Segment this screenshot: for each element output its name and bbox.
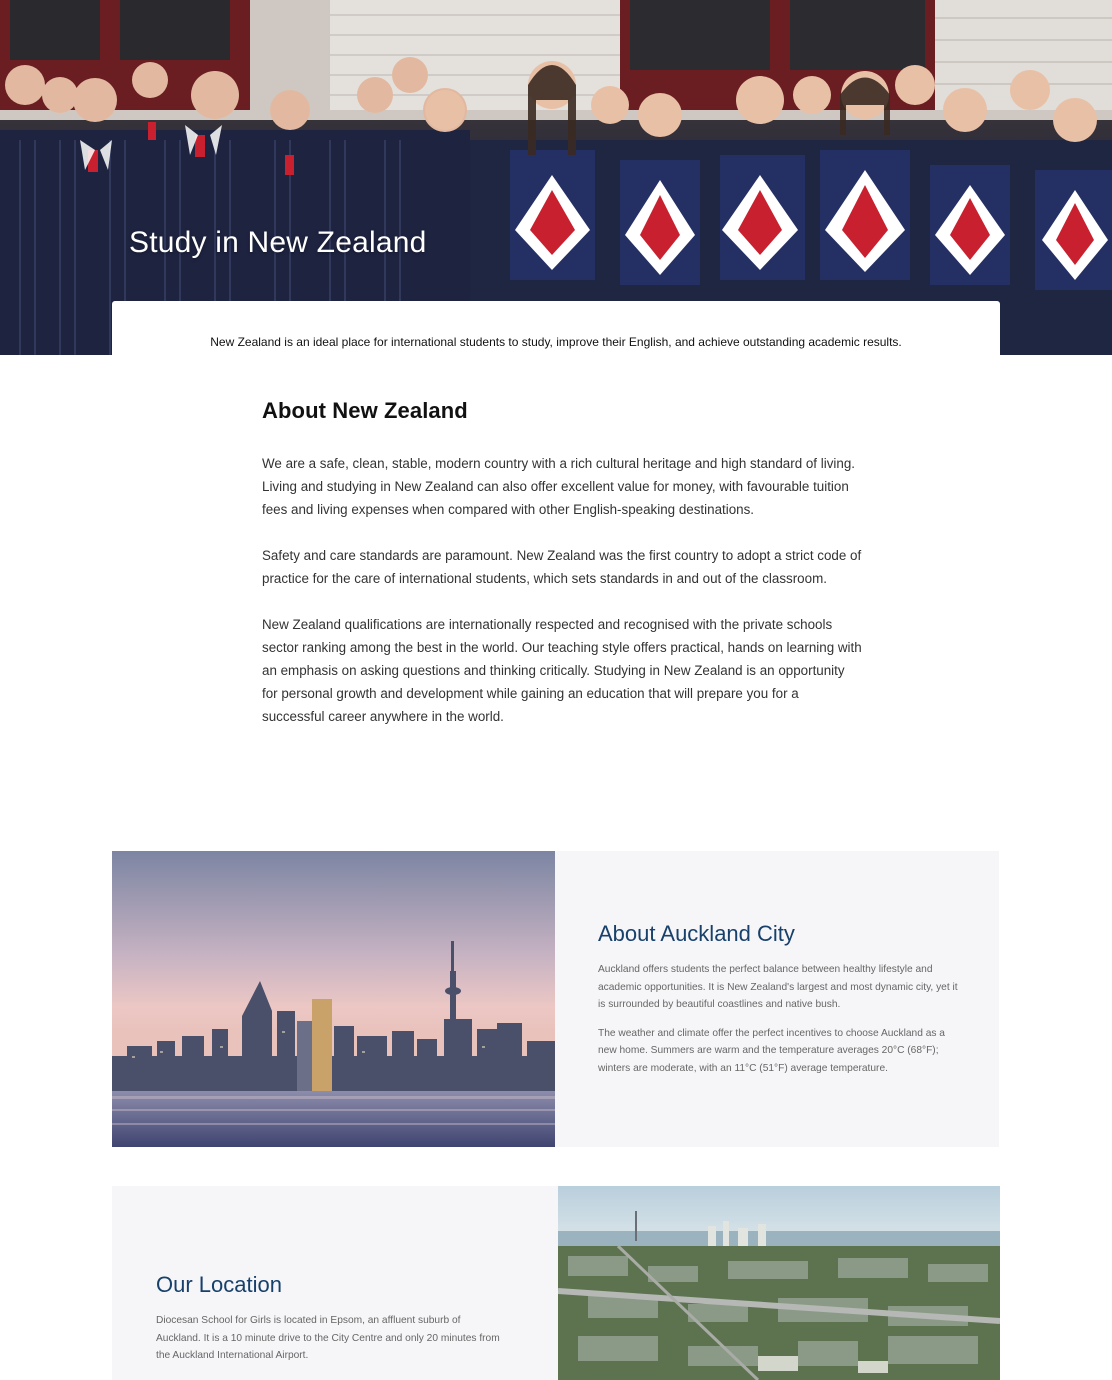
- intro-card: New Zealand is an ideal place for intern…: [112, 301, 1000, 355]
- auckland-heading: About Auckland City: [598, 921, 795, 946]
- epsom-aerial-photo: [558, 1186, 1000, 1380]
- auckland-city-panel: About Auckland City Auckland offers stud…: [555, 851, 999, 1147]
- about-nz-paragraph: We are a safe, clean, stable, modern cou…: [262, 456, 855, 517]
- intro-text: New Zealand is an ideal place for intern…: [210, 335, 902, 349]
- about-nz-paragraph: New Zealand qualifications are internati…: [262, 617, 862, 724]
- our-location-panel: Our Location Diocesan School for Girls i…: [112, 1186, 558, 1380]
- about-new-zealand-section: About New Zealand We are a safe, clean, …: [262, 398, 862, 751]
- hero-title: Study in New Zealand: [129, 226, 427, 259]
- location-paragraph: Diocesan School for Girls is located in …: [156, 1315, 500, 1361]
- location-heading: Our Location: [156, 1272, 282, 1297]
- auckland-paragraph: Auckland offers students the perfect bal…: [598, 964, 958, 1010]
- auckland-skyline-photo: [112, 851, 555, 1147]
- auckland-paragraph: The weather and climate offer the perfec…: [598, 1027, 945, 1074]
- hero-banner: Study in New Zealand New Zealand is an i…: [0, 0, 1112, 355]
- about-nz-heading: About New Zealand: [262, 398, 468, 423]
- about-nz-paragraph: Safety and care standards are paramount.…: [262, 548, 862, 586]
